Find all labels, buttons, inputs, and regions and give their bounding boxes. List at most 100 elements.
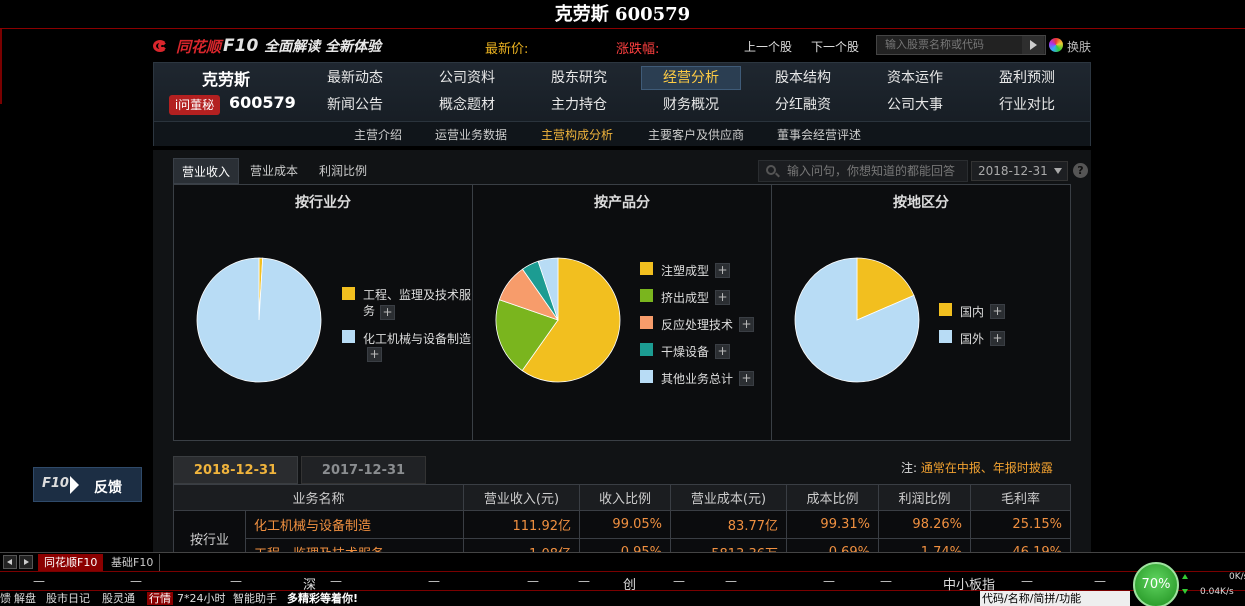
nav-announcements[interactable]: 新闻公告 — [305, 93, 405, 117]
nav-latest-news[interactable]: 最新动态 — [305, 66, 405, 90]
cell-cost-ratio: 99.31% — [786, 510, 879, 539]
status-item[interactable]: 馈 — [0, 592, 11, 605]
ticker-value: — — [527, 574, 539, 588]
status-item[interactable]: 智能助手 — [233, 592, 277, 605]
tab-revenue[interactable]: 营业收入 — [173, 158, 240, 184]
quick-search-input[interactable]: 代码/名称/简拼/功能 — [980, 591, 1130, 606]
expand-plus-icon[interactable]: + — [715, 263, 730, 278]
skin-label[interactable]: 换肤 — [1067, 38, 1091, 55]
legend-label-region-0: 国内 — [960, 305, 985, 319]
legend-label-product-4: 其他业务总计 — [661, 372, 734, 386]
subnav-composition[interactable]: 主营构成分析 — [541, 126, 613, 143]
logo-slogan: 全面解读 全新体验 — [264, 39, 382, 55]
pie-product — [495, 257, 621, 383]
col-gross-margin: 毛利率 — [970, 484, 1071, 511]
nav-business-analysis[interactable]: 经营分析 — [641, 66, 741, 90]
net-up-value: 0K/s — [1229, 572, 1245, 582]
chart-title-industry: 按行业分 — [295, 195, 351, 211]
feedback-f10: F10 — [42, 476, 69, 491]
expand-plus-icon[interactable]: + — [739, 371, 754, 386]
subnav-operating-data[interactable]: 运营业务数据 — [435, 126, 507, 143]
expand-plus-icon[interactable]: + — [715, 290, 730, 305]
legend-label-product-0: 注塑成型 — [661, 264, 710, 278]
nav-company-info[interactable]: 公司资料 — [417, 66, 517, 90]
play-arrow-icon — [70, 476, 79, 494]
feedback-button[interactable]: F10 反馈 — [33, 467, 142, 502]
f10-header: 同花顺 F10 全面解读 全新体验 最新价: 涨跌幅: 上一个股 下一个股 输入… — [153, 30, 1091, 60]
nav-capital-structure[interactable]: 股本结构 — [753, 66, 853, 90]
cell-profit-ratio: 98.26% — [878, 510, 971, 539]
col-cost-ratio: 成本比例 — [786, 484, 879, 511]
nav-finance-overview[interactable]: 财务概况 — [641, 93, 741, 117]
ticker-value: — — [1021, 574, 1033, 588]
status-item[interactable]: 7*24小时 — [177, 592, 226, 605]
pie-slice-1[interactable] — [196, 257, 322, 383]
tab-scroll-right-icon[interactable] — [19, 555, 33, 569]
ask-secretary-button[interactable]: i问董秘 — [169, 95, 220, 115]
nav-profit-forecast[interactable]: 盈利预测 — [977, 66, 1077, 90]
nav-dividends[interactable]: 分红融资 — [753, 93, 853, 117]
note-prefix: 注: — [901, 461, 918, 475]
status-item[interactable]: 解盘 — [14, 592, 36, 605]
cpu-usage-badge: 70% — [1133, 562, 1179, 606]
note-highlight: 通常在中报、年报时披露 — [920, 461, 1053, 475]
skin-icon[interactable] — [1049, 38, 1063, 52]
search-go-button[interactable] — [1022, 36, 1044, 54]
legend-swatch — [640, 262, 653, 275]
nav-capital-ops[interactable]: 资本运作 — [865, 66, 965, 90]
year-tab-2018[interactable]: 2018-12-31 — [173, 456, 298, 484]
nav-main-holdings[interactable]: 主力持仓 — [529, 93, 629, 117]
year-tab-2017[interactable]: 2017-12-31 — [301, 456, 426, 484]
status-promo[interactable]: 多精彩等着你! — [287, 592, 358, 605]
status-item[interactable]: 股市日记 — [46, 592, 90, 605]
status-item[interactable]: 股灵通 — [102, 592, 135, 605]
nav-industry-compare[interactable]: 行业对比 — [977, 93, 1077, 117]
expand-plus-icon[interactable]: + — [715, 344, 730, 359]
subnav-main-intro[interactable]: 主营介绍 — [354, 126, 402, 143]
legend-label-product-1: 挤出成型 — [661, 291, 710, 305]
ticker-value: — — [230, 574, 242, 588]
status-hot-badge[interactable]: 行情 — [147, 592, 173, 605]
table-row: 按行业 化工机械与设备制造 111.92亿 99.05% 83.77亿 99.3… — [173, 510, 1071, 567]
expand-plus-icon[interactable]: + — [380, 305, 395, 320]
disclosure-note: 注: 通常在中报、年报时披露 — [901, 459, 1053, 476]
expand-plus-icon[interactable]: + — [739, 317, 754, 332]
stock-search-input[interactable]: 输入股票名称或代码 — [876, 35, 1046, 55]
ticker-value: — — [880, 574, 892, 588]
question-input[interactable]: 输入问句，你想知道的都能回答 — [758, 160, 968, 182]
help-icon[interactable]: ? — [1073, 163, 1088, 178]
nav-major-events[interactable]: 公司大事 — [865, 93, 965, 117]
subnav-board-review[interactable]: 董事会经营评述 — [777, 126, 861, 143]
report-date-select[interactable]: 2018-12-31 — [971, 161, 1068, 181]
cell-revenue: 111.92亿 — [463, 510, 580, 539]
panel-by-product: 按产品分 注塑成型 + 挤出成型 + 反应处理技术 + 干燥设备 + 其他业务总… — [472, 184, 772, 441]
legend-swatch — [640, 316, 653, 329]
expand-plus-icon[interactable]: + — [990, 331, 1005, 346]
panel-by-industry: 按行业分 工程、监理及技术服务 + 化工机械与设备制造 + — [173, 184, 473, 441]
legend-swatch — [342, 287, 355, 300]
ticker-value: — — [1094, 574, 1106, 588]
nav-shareholder[interactable]: 股东研究 — [529, 66, 629, 90]
cell-name[interactable]: 化工机械与设备制造 — [245, 510, 464, 539]
expand-plus-icon[interactable]: + — [990, 304, 1005, 319]
ticker-value: — — [578, 574, 590, 588]
table-header-row: 业务名称 营业收入(元) 收入比例 营业成本(元) 成本比例 利润比例 毛利率 — [173, 484, 1071, 511]
subnav-customers-suppliers[interactable]: 主要客户及供应商 — [648, 126, 744, 143]
tab-profit-ratio[interactable]: 利润比例 — [311, 158, 375, 184]
next-stock-link[interactable]: 下一个股 — [811, 38, 859, 55]
cell-cost: 83.77亿 — [670, 510, 787, 539]
legend-label-product-3: 干燥设备 — [661, 345, 710, 359]
expand-plus-icon[interactable]: + — [367, 347, 382, 362]
bottom-tab-basic-f10[interactable]: 基础F10 — [105, 554, 161, 571]
f10-nav: 克劳斯 i问董秘 600579 最新动态 公司资料 股东研究 经营分析 股本结构… — [153, 62, 1091, 146]
bottom-tab-ths-f10[interactable]: 同花顺F10 — [38, 554, 104, 571]
tab-scroll-left-icon[interactable] — [3, 555, 17, 569]
cell-gross-margin: 25.15% — [970, 510, 1071, 539]
main-content: 营业收入 营业成本 利润比例 输入问句，你想知道的都能回答 2018-12-31… — [153, 150, 1091, 567]
nav-concepts[interactable]: 概念题材 — [417, 93, 517, 117]
legend-swatch — [939, 330, 952, 343]
prev-stock-link[interactable]: 上一个股 — [744, 38, 792, 55]
tab-cost[interactable]: 营业成本 — [242, 158, 306, 184]
net-down-value: 0.04K/s — [1200, 587, 1234, 597]
legend-label-industry-1: 化工机械与设备制造 — [363, 332, 472, 346]
